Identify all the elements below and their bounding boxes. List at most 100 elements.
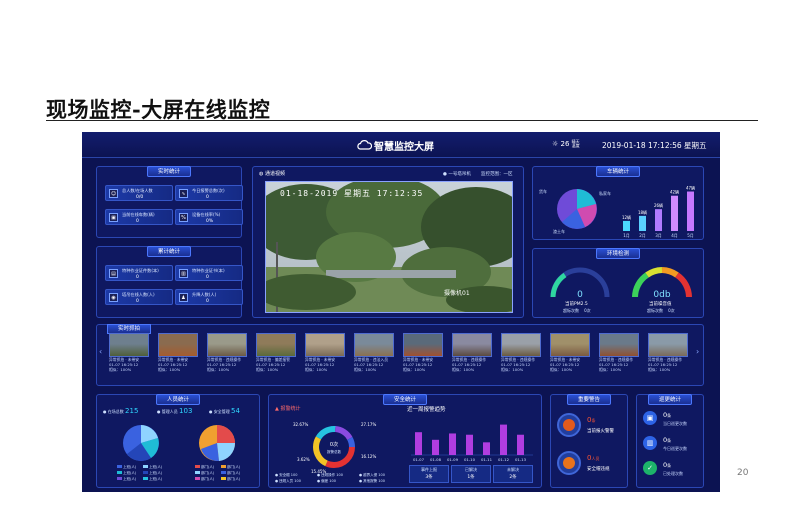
trend-title: 近一周报警趋势 — [407, 407, 446, 413]
video-feed[interactable]: 01-18-2019 星期五 17:12:35 摄像机01 — [265, 181, 513, 313]
legend-item: 上班(人) — [143, 465, 162, 470]
capture-thumbnail — [403, 333, 443, 357]
camera-area: 监控范围：一区 — [481, 172, 513, 177]
legend-item: 上班(人) — [117, 477, 136, 482]
personnel-panel: 人员统计 ● 在场总数 215 ● 管理人员 103 ● 安全管理 54 上班(… — [96, 394, 260, 488]
stat-card: % 设备在线率(%) 0% — [175, 209, 243, 225]
capture-thumbnail — [207, 333, 247, 357]
check-icon: ✓ — [643, 461, 657, 475]
capture-card[interactable]: 异常抓拍 · 违规操作 01-07 16:25:12 相似：100% — [648, 333, 688, 372]
capture-card[interactable]: 异常抓拍 · 违规操作 01-07 16:25:12 相似：100% — [599, 333, 639, 372]
vehicle-bar-value: 42辆 — [670, 189, 679, 195]
vehicle-stats-panel: 车辆统计 货车 私家车 渣土车 12辆 1月 18辆 2月 26辆 3月 42辆 4月 47辆 5… — [532, 166, 704, 240]
panel-title: 人员统计 — [155, 394, 201, 405]
capture-similarity: 相似：100% — [305, 367, 328, 372]
camera-name: ● 一号塔吊机 — [443, 172, 471, 177]
dashboard-screenshot: 智慧监控大屏 ☼ 26 晴天 温度 2019-01-18 17:12:56 星期… — [82, 132, 720, 492]
legend-item: 上班(人) — [143, 471, 162, 476]
trend-bar — [517, 434, 524, 455]
svg-text:32.67%: 32.67% — [293, 422, 308, 427]
capture-card[interactable]: 异常抓拍 · 违规操作 01-07 16:25:12 相似：100% — [207, 333, 247, 372]
person-icon: ♟ — [179, 293, 188, 302]
capture-card[interactable]: 异常抓拍 · 未带安 01-07 16:25:12 相似：100% — [550, 333, 590, 372]
capture-thumbnail — [354, 333, 394, 357]
page-number: 20 — [737, 468, 749, 478]
trend-bar — [466, 434, 473, 455]
warning-fire: 0条 当前报火警警 — [557, 413, 639, 439]
vehicle-bar — [687, 191, 694, 231]
capture-card[interactable]: 异常抓拍 · 偏差报警 01-07 16:25:12 相似：100% — [256, 333, 296, 372]
certificate-icon: ▤ — [109, 269, 118, 278]
panel-title: 累计统计 — [146, 246, 192, 257]
capture-similarity: 相似：100% — [403, 367, 426, 372]
summary-cell: 未解决 2条 — [493, 465, 533, 483]
alarm-legend-item: ● 偏差 100 — [317, 479, 336, 483]
dashboard-header: 智慧监控大屏 ☼ 26 晴天 温度 2019-01-18 17:12:56 星期… — [82, 132, 720, 158]
video-panel: ◍ 通道视频 ● 一号塔吊机 监控范围：一区 01-18-2019 星期五 17… — [252, 166, 524, 318]
legend-item: 部门(人) — [195, 465, 214, 470]
pie-label: 渣土车 — [553, 228, 565, 234]
panel-title: 巡更统计 — [647, 394, 693, 405]
vehicle-bar — [655, 209, 662, 231]
panel-title: 安全统计 — [382, 394, 428, 405]
panel-title: 环境检测 — [595, 248, 641, 259]
personnel-pie-2 — [199, 425, 236, 462]
svg-text:3.62%: 3.62% — [297, 457, 310, 462]
summary-cell: 已解决 1条 — [451, 465, 491, 483]
capture-thumbnail — [648, 333, 688, 357]
noise-gauge: 0db — [632, 267, 692, 300]
realtime-stats-panel: 实时统计 ☺ 总人数/在场人数 0/0 ∿ 今日报警总数(次) 0 ▣ 当前在线车数(辆)… — [96, 166, 243, 238]
temperature: 26 — [560, 140, 570, 148]
present-count: ● 在场总数 215 — [103, 407, 139, 415]
warnings-panel: 重要警告 0条 当前报火警警 0人员 安全帽违规 — [550, 394, 628, 488]
sun-icon: ☼ — [552, 140, 559, 148]
people-icon: ☺ — [109, 189, 118, 198]
capture-thumbnail — [501, 333, 541, 357]
capture-card[interactable]: 异常抓拍 · 违法入员 01-07 16:25:12 相似：100% — [354, 333, 394, 372]
capture-card[interactable]: 异常抓拍 · 未带安 01-07 16:25:12 相似：100% — [403, 333, 443, 372]
pie-label: 货车 — [539, 188, 547, 194]
vehicle-bar-value: 47辆 — [686, 185, 695, 191]
clipboard-icon: ▣ — [643, 411, 657, 425]
carousel-next-button[interactable]: › — [696, 347, 699, 356]
capture-card[interactable]: 异常抓拍 · 未带安 01-07 16:25:12 相似：100% — [109, 333, 149, 372]
stat-card: ▥ 特种作业证书(本) 0 — [175, 265, 243, 281]
noise-exceed: 超标次数 0次 — [647, 308, 675, 313]
capture-card[interactable]: 异常抓拍 · 违规操作 01-07 16:25:12 相似：100% — [452, 333, 492, 372]
stat-card: ♟ 升降人数(人) 0 — [175, 289, 243, 305]
capture-card[interactable]: 异常抓拍 · 未带安 01-07 16:25:12 相似：100% — [305, 333, 345, 372]
vehicle-bar-label: 1月 — [623, 233, 630, 238]
svg-text:27.17%: 27.17% — [361, 422, 376, 427]
slide: 现场监控-大屏在线监控 20 智慧监控大屏 ☼ 26 晴天 温度 2019-01… — [0, 0, 800, 509]
svg-text:0db: 0db — [653, 290, 670, 300]
trend-bar-label: 01-11 — [481, 457, 493, 462]
capture-thumbnail — [305, 333, 345, 357]
title-rule — [46, 120, 758, 121]
capture-card[interactable]: 异常抓拍 · 违规操作 01-07 16:25:12 相似：100% — [501, 333, 541, 372]
weekly-trend-chart: 01-07 01-08 01-09 01-10 01-11 01-12 01-13 — [411, 424, 533, 462]
percent-icon: % — [179, 213, 188, 222]
svg-text:报警总数: 报警总数 — [327, 449, 341, 454]
trend-bar — [500, 424, 507, 455]
trend-bar-label: 01-10 — [464, 457, 476, 462]
alarm-stats-title: ▲ 报警统计 — [275, 406, 301, 412]
video-timestamp: 01-18-2019 星期五 17:12:35 — [280, 189, 424, 198]
weather: ☼ 26 晴天 温度 — [552, 140, 582, 149]
trend-bar-label: 01-13 — [515, 457, 527, 462]
capture-similarity: 相似：100% — [550, 367, 573, 372]
legend-item: 部门(人) — [195, 471, 214, 476]
legend-item: 部门(人) — [195, 477, 214, 482]
legend-item: 部门(人) — [221, 471, 240, 476]
safety-summary: 事件上报 3条 已解决 1条 未解决 2条 — [409, 465, 535, 483]
capture-similarity: 相似：100% — [207, 367, 230, 372]
capture-thumbnail — [452, 333, 492, 357]
helmet-icon — [557, 451, 581, 475]
vehicle-bar-label: 3月 — [655, 233, 662, 238]
trend-bar — [483, 442, 490, 455]
dashboard-title: 智慧监控大屏 — [374, 142, 434, 153]
inspection-item: ▥ 0条 今日巡更次数 — [643, 436, 699, 458]
alarm-legend-item: ● 安全帽 100 — [275, 473, 298, 477]
capture-card[interactable]: 异常抓拍 · 未带安 01-07 16:25:12 相似：100% — [158, 333, 198, 372]
carousel-prev-button[interactable]: ‹ — [99, 347, 102, 356]
vehicle-bar-value: 18辆 — [638, 209, 647, 215]
